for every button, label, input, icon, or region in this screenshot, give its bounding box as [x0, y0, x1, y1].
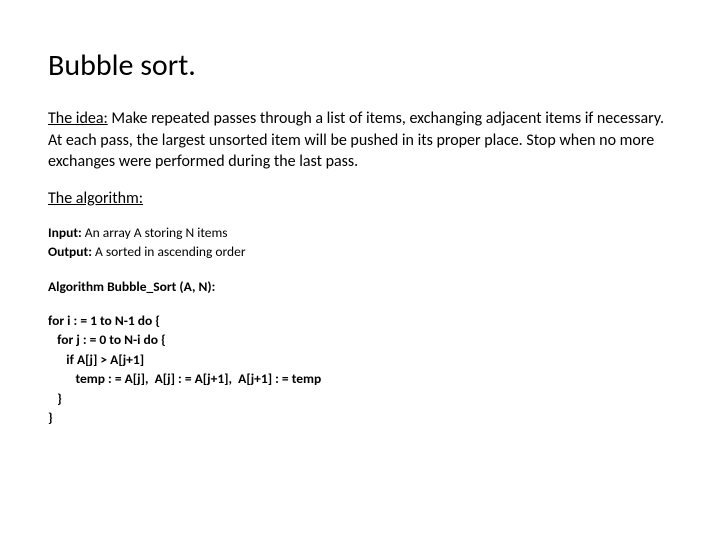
input-label: Input:: [48, 224, 82, 241]
algorithm-label: The algorithm:: [48, 189, 672, 208]
idea-paragraph: The idea: Make repeated passes through a…: [48, 108, 672, 173]
io-block: Input: An array A storing N items Output…: [48, 224, 672, 262]
idea-label: The idea:: [48, 109, 108, 128]
pseudocode: for i : = 1 to N-1 do { for j : = 0 to N…: [48, 311, 672, 428]
input-text: An array A storing N items: [82, 224, 228, 241]
algorithm-name: Algorithm Bubble_Sort (A, N):: [48, 278, 672, 295]
output-label: Output:: [48, 243, 92, 260]
idea-text: Make repeated passes through a list of i…: [48, 109, 664, 171]
page-title: Bubble sort.: [48, 48, 672, 84]
slide: Bubble sort. The idea: Make repeated pas…: [0, 0, 720, 468]
output-text: A sorted in ascending order: [92, 243, 246, 260]
